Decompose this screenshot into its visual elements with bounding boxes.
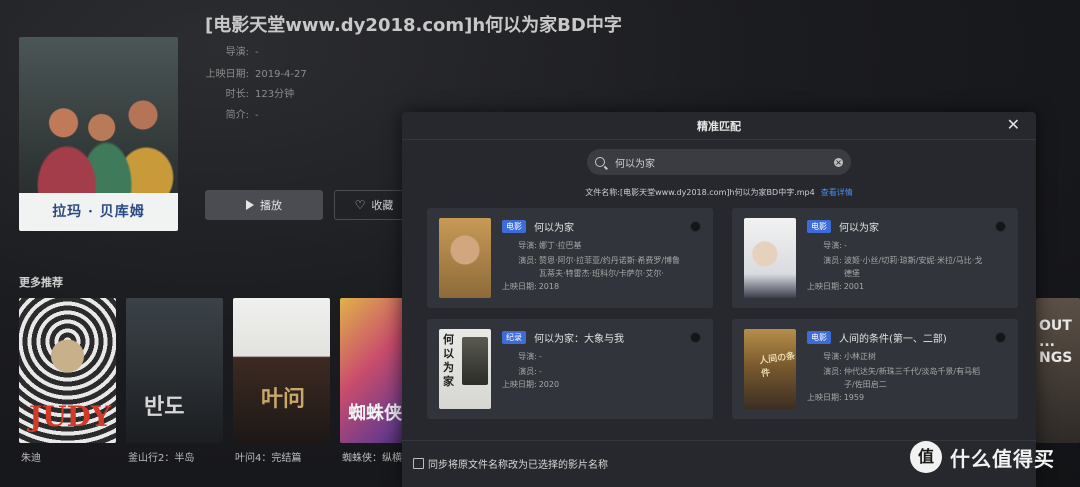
movie-thumbnail: 何以为家 — [439, 329, 491, 409]
movie-title: [电影天堂www.dy2018.com]h何以为家BD中字 — [205, 15, 622, 36]
play-icon — [246, 200, 254, 210]
movie-thumbnail — [439, 218, 491, 298]
recommend-label[interactable]: 朱迪 — [21, 449, 41, 464]
search-value[interactable]: 何以为家 — [615, 155, 834, 170]
select-radio[interactable] — [690, 221, 701, 232]
type-badge: 电影 — [807, 220, 831, 233]
file-name: [电影天堂www.dy2018.com]h何以为家BD中字.mp4 — [620, 188, 815, 197]
recommend-label[interactable]: 叶问4：完结篇 — [235, 449, 301, 464]
director-row: 导演: - — [823, 241, 847, 250]
release-row: 上映日期: 2019-4-27 — [205, 69, 307, 80]
file-name-label: 文件名称: — [585, 188, 620, 197]
search-icon — [595, 157, 605, 167]
recommend-poster[interactable]: 반도 — [126, 298, 223, 443]
date-row: 上映日期: 2020 — [502, 380, 560, 389]
movie-thumbnail: 人间の条件 — [744, 329, 796, 409]
thumbnail-figure — [462, 337, 488, 385]
actors-row: 演员: - — [518, 367, 542, 376]
duration-row: 时长: 123分钟 — [225, 89, 295, 100]
match-title: 何以为家 — [534, 223, 574, 234]
sync-filename-checkbox[interactable] — [413, 458, 424, 469]
watermark: 值 什么值得买 — [910, 441, 1055, 473]
view-details-link[interactable]: 查看详情 — [821, 188, 853, 197]
close-icon[interactable]: ✕ — [1007, 116, 1020, 134]
match-card[interactable]: 电影 何以为家 导演: 娜丁·拉巴基 演员: 赞恩·阿尔·拉菲亚/约丹诺斯·希费罗/… — [427, 208, 713, 308]
poster-image — [19, 37, 178, 193]
date-row: 上映日期: 1959 — [807, 393, 865, 402]
intro-row: 简介: - — [225, 110, 259, 121]
recommend-poster[interactable]: JUDY — [19, 298, 116, 443]
select-radio[interactable] — [995, 332, 1006, 343]
actors-row: 演员: 赞恩·阿尔·拉菲亚/约丹诺斯·希费罗/博鲁瓦蒂夫·特雷杰·班科尔/卡萨尔·… — [518, 256, 681, 278]
type-badge: 纪录 — [502, 331, 526, 344]
recommend-poster[interactable]: OUT ... NGS — [1036, 298, 1080, 443]
director-row: 导演: 小林正树 — [823, 352, 876, 361]
match-card[interactable]: 人间の条件 电影 人间的条件(第一、二部) 导演: 小林正树 演员: 仲代达矢/新珠… — [732, 319, 1018, 419]
search-input[interactable]: 何以为家 × — [587, 149, 851, 175]
sync-filename-label[interactable]: 同步将原文件名称改为已选择的影片名称 — [428, 456, 608, 471]
director-row: 导演: - — [518, 352, 542, 361]
type-badge: 电影 — [502, 220, 526, 233]
match-title: 何以为家 — [839, 223, 879, 234]
play-button[interactable]: 播放 — [205, 190, 323, 220]
date-row: 上映日期: 2001 — [807, 282, 865, 291]
favorite-label: 收藏 — [371, 199, 394, 212]
watermark-text: 什么值得买 — [950, 446, 1055, 471]
type-badge: 电影 — [807, 331, 831, 344]
thumbnail-text: 人间の条件 — [758, 351, 796, 380]
select-radio[interactable] — [690, 332, 701, 343]
movie-thumbnail — [744, 218, 796, 298]
clear-icon[interactable]: × — [834, 157, 843, 167]
match-card[interactable]: 电影 何以为家 导演: - 演员: 波姬·小丝/切莉·琼斯/安妮·米拉/马比·戈德堡… — [732, 208, 1018, 308]
match-title: 何以为家：大象与我 — [534, 334, 624, 345]
date-row: 上映日期: 2018 — [502, 282, 560, 291]
match-card[interactable]: 何以为家 纪录 何以为家：大象与我 导演: - 演员: - 上映日期: 2020 — [427, 319, 713, 419]
director-row: 导演: 娜丁·拉巴基 — [518, 241, 582, 250]
thumbnail-text: 何以为家 — [443, 333, 454, 388]
play-label: 播放 — [260, 199, 282, 212]
exact-match-dialog: 精准匹配 ✕ 何以为家 × 文件名称:[电影天堂www.dy2018.com]h… — [402, 112, 1036, 487]
dialog-header: 精准匹配 ✕ — [402, 112, 1036, 140]
poster-caption: 拉玛 · 贝库姆 — [19, 193, 178, 231]
dialog-title: 精准匹配 — [697, 120, 741, 133]
more-recommend-title: 更多推荐 — [19, 276, 63, 289]
match-title: 人间的条件(第一、二部) — [839, 334, 947, 345]
select-radio[interactable] — [995, 221, 1006, 232]
heart-icon: ♡ — [354, 198, 366, 212]
recommend-poster[interactable]: 叶问 — [233, 298, 330, 443]
file-name-row: 文件名称:[电影天堂www.dy2018.com]h何以为家BD中字.mp4 查看… — [402, 187, 1036, 198]
actors-row: 演员: 波姬·小丝/切莉·琼斯/安妮·米拉/马比·戈德堡 — [823, 256, 983, 278]
movie-poster: 拉玛 · 贝库姆 — [19, 37, 178, 231]
recommend-label[interactable]: 釜山行2：半岛 — [128, 449, 194, 464]
actors-row: 演员: 仲代达矢/新珠三千代/淡岛千景/有马稻子/佐田启二 — [823, 367, 981, 389]
watermark-logo: 值 — [910, 441, 942, 473]
director-row: 导演: - — [225, 47, 259, 58]
